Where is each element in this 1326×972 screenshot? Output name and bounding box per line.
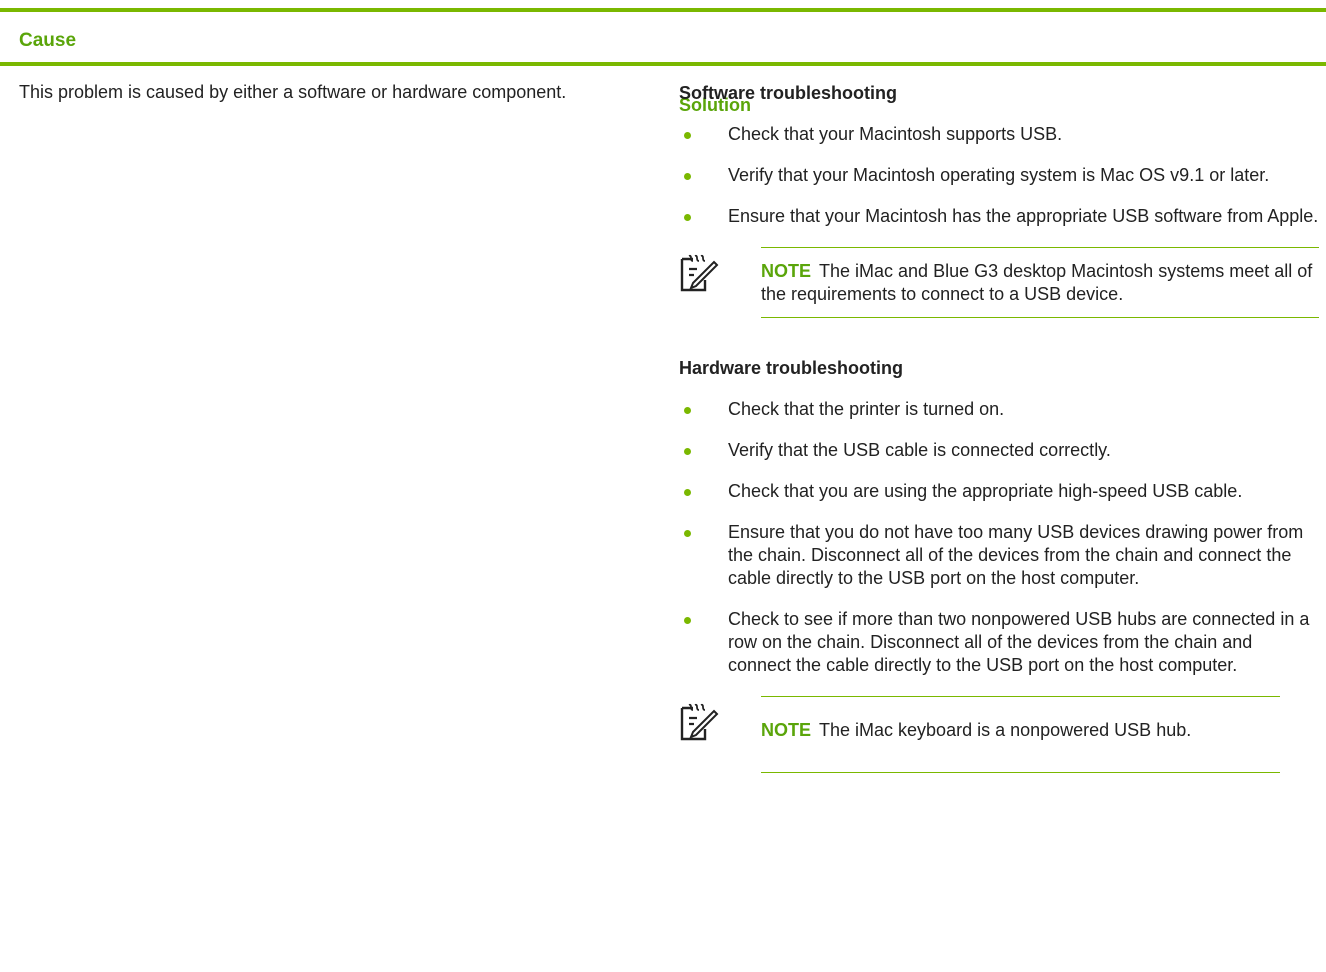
bullet-icon bbox=[684, 407, 691, 414]
note-text: The iMac keyboard is a nonpowered USB hu… bbox=[819, 720, 1192, 740]
list-item: Check that your Macintosh supports USB. bbox=[679, 123, 1319, 146]
table-header-row: Cause Solution bbox=[0, 12, 1326, 115]
list-item: Check that you are using the appropriate… bbox=[679, 480, 1319, 503]
hardware-note: NOTE The iMac keyboard is a nonpowered US… bbox=[679, 696, 1280, 774]
bullet-icon bbox=[684, 530, 691, 537]
list-item: Check to see if more than two nonpowered… bbox=[679, 608, 1319, 677]
list-item-text: Verify that your Macintosh operating sys… bbox=[728, 165, 1270, 185]
software-troubleshooting-title: Software troubleshooting bbox=[679, 83, 897, 103]
list-item-text: Check to see if more than two nonpowered… bbox=[728, 609, 1310, 675]
list-item: Verify that your Macintosh operating sys… bbox=[679, 164, 1319, 187]
cause-header: Cause bbox=[19, 30, 77, 51]
software-list: Check that your Macintosh supports USB. … bbox=[679, 123, 1319, 228]
table-header-rule bbox=[0, 62, 1326, 66]
list-item: Ensure that your Macintosh has the appro… bbox=[679, 205, 1319, 228]
list-item-text: Check that the printer is turned on. bbox=[728, 399, 1005, 419]
list-item-text: Verify that the USB cable is connected c… bbox=[728, 440, 1111, 460]
list-item-text: Check that you are using the appropriate… bbox=[728, 481, 1243, 501]
bullet-icon bbox=[684, 448, 691, 455]
bullet-icon bbox=[684, 489, 691, 496]
list-item: Check that the printer is turned on. bbox=[679, 398, 1319, 421]
note-pencil-icon bbox=[680, 254, 719, 292]
hardware-list: Check that the printer is turned on. Ver… bbox=[679, 398, 1319, 677]
hardware-troubleshooting-title: Hardware troubleshooting bbox=[679, 358, 904, 378]
note-box: NOTE The iMac keyboard is a nonpowered US… bbox=[761, 696, 1280, 773]
software-note: NOTE The iMac and Blue G3 desktop Macinto… bbox=[679, 247, 1319, 325]
bullet-icon bbox=[684, 173, 691, 180]
list-item-text: Ensure that you do not have too many USB… bbox=[728, 522, 1304, 588]
solution-cell: Software troubleshooting Check that your… bbox=[679, 82, 1319, 774]
list-item-text: Check that your Macintosh supports USB. bbox=[728, 124, 1063, 144]
list-item: Verify that the USB cable is connected c… bbox=[679, 439, 1319, 462]
bullet-icon bbox=[684, 617, 691, 624]
bullet-icon bbox=[684, 214, 691, 221]
note-text: The iMac and Blue G3 desktop Macintosh s… bbox=[761, 261, 1313, 304]
list-item: Ensure that you do not have too many USB… bbox=[679, 521, 1319, 590]
note-label: NOTE bbox=[761, 720, 812, 740]
troubleshooting-table: Cause Solution bbox=[0, 8, 1326, 115]
note-pencil-icon bbox=[680, 703, 719, 741]
document-page: Cause Solution This problem is caused by… bbox=[0, 0, 1326, 972]
cause-cell: This problem is caused by either a softw… bbox=[19, 82, 567, 102]
bullet-icon bbox=[684, 132, 691, 139]
note-label: NOTE bbox=[761, 261, 812, 281]
list-item-text: Ensure that your Macintosh has the appro… bbox=[728, 206, 1319, 226]
note-box: NOTE The iMac and Blue G3 desktop Macinto… bbox=[761, 247, 1319, 318]
